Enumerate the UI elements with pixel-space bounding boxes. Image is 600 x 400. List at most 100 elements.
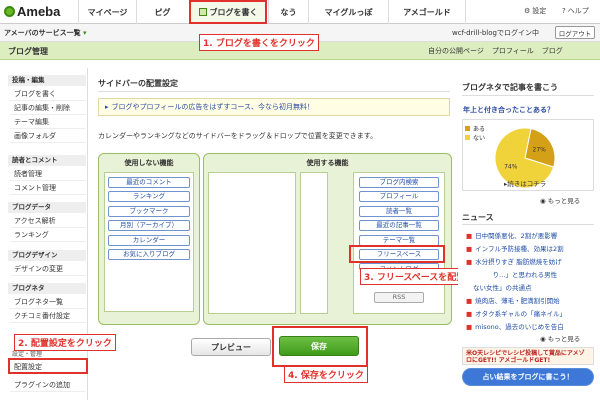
news-item[interactable]: ■ 水分摂りすぎ 脂肪燃焼を妨げ [466, 256, 562, 266]
pie-label-1: 74% [504, 163, 518, 170]
widget-blog-search[interactable]: ブログ内検索 [359, 177, 439, 188]
page-title: ブログ管理 [8, 47, 48, 56]
widget-ranking[interactable]: ランキング [108, 191, 190, 202]
profile-link[interactable]: プロフィール [492, 46, 534, 56]
widget-free-space[interactable]: フリースペース [359, 249, 439, 260]
sidebar-item-images[interactable]: 画像フォルダ [10, 129, 86, 143]
fortune-ad-banner[interactable]: 占い結果をブログに書こう！ [462, 368, 594, 386]
used-column-middle[interactable] [300, 172, 328, 314]
settings-link[interactable]: ⚙ 設定 [524, 6, 546, 16]
used-column-left[interactable] [208, 172, 296, 314]
promo-banner[interactable]: ▸ ブログやプロフィールの広告をはずすコース、今なら初月無料！ [98, 98, 450, 116]
ameba-leaf-icon [4, 6, 15, 17]
news-text: 焼肉店、薄毛・肥満割引開始 [475, 297, 560, 305]
tab-mygroup[interactable]: マイグルっぽ [308, 0, 388, 24]
tab-mypage[interactable]: マイページ [78, 0, 136, 24]
news-item[interactable]: ■ 焼肉店、薄毛・肥満割引開始 [466, 295, 560, 305]
widget-archive[interactable]: 月別（アーカイブ） [108, 220, 190, 231]
continue-link[interactable]: ▸続きはコチラ [504, 178, 546, 188]
sidebar-item-ranking[interactable]: ランキング [10, 228, 86, 242]
sidebar-item-comments[interactable]: コメント管理 [10, 181, 86, 195]
sidebar-item-design[interactable]: デザインの変更 [10, 262, 86, 276]
neta-question[interactable]: 年上と付き合ったことある？ [463, 105, 554, 115]
save-button[interactable]: 保存 [279, 336, 359, 356]
sidebar-item-readers[interactable]: 読者管理 [10, 167, 86, 181]
tab-write-blog-label: ブログを書く [209, 7, 258, 17]
pie-label-0: 27% [533, 147, 547, 154]
help-icon: ? [562, 7, 566, 15]
continue-label: 続きはコチラ [507, 180, 547, 188]
news-heading: ニュース [462, 213, 494, 222]
tab-write-blog[interactable]: ブログを書く [189, 0, 267, 24]
news-item[interactable]: ない女性」の共通点 [473, 282, 532, 292]
recipe-ad-banner[interactable]: 米O天レシピでレシピ投稿して賞品にアメゾロにGET!! アメゴールドGET! [462, 347, 594, 365]
divider [462, 95, 594, 96]
widget-bookmark[interactable]: ブックマーク [108, 206, 190, 217]
main-title: サイドバーの配置設定 [98, 79, 178, 88]
sidebar-item-layout[interactable]: 配置設定 [8, 358, 88, 374]
write-icon [198, 8, 207, 16]
annotation-step-4: 4. 保存をクリック [284, 366, 368, 383]
help-label: ヘルプ [567, 7, 589, 15]
annotation-step-1: 1. ブログを書くをクリック [199, 34, 319, 51]
sidebar-item-kuchikomi[interactable]: クチコミ番付設定 [10, 309, 86, 323]
gear-icon: ⚙ [524, 7, 531, 15]
preview-button[interactable]: プレビュー [191, 338, 271, 356]
unused-panel-title: 使用しない機能 [124, 159, 174, 167]
blog-link[interactable]: ブログ [542, 46, 563, 56]
tab-amegold[interactable]: アメゴールド [388, 0, 466, 24]
more-link-neta[interactable]: ◉ もっと見る [540, 195, 580, 205]
news-item[interactable]: ■ misono、過去のいじめを告白 [466, 321, 564, 331]
legend-label-1: ない [473, 135, 485, 142]
tab-pigg[interactable]: ピグ [136, 0, 188, 24]
divider [462, 224, 594, 225]
chevron-right-icon: ◉ [540, 197, 548, 205]
neta-heading: ブログネタで記事を書こう [462, 83, 558, 92]
sidebar-item-edit[interactable]: 記事の編集・削除 [10, 101, 86, 115]
annotation-step-3: 3. フリースペースを配置 [360, 268, 470, 285]
more-link-news[interactable]: ◉ もっと見る [540, 333, 580, 343]
widget-favorite-blogs[interactable]: お気に入りブログ [108, 249, 190, 260]
more-label: もっと見る [547, 335, 581, 343]
chevron-right-icon: ◉ [540, 335, 548, 343]
header-links: 自分の公開ページ プロフィール ブログ [428, 46, 563, 56]
widget-recent-posts[interactable]: 最近の記事一覧 [359, 220, 439, 231]
bullet-icon: ■ [466, 323, 473, 331]
news-text: misono、過去のいじめを告白 [475, 323, 564, 331]
news-item[interactable]: り…」と思われる男性 [473, 269, 558, 279]
sidebar-item-analytics[interactable]: アクセス解析 [10, 214, 86, 228]
sidebar-item-plugin[interactable]: プラグインの追加 [10, 378, 86, 392]
annotation-step-2: 2. 配置設定をクリック [14, 334, 116, 351]
news-text: ない女性」の共通点 [473, 284, 532, 292]
sidebar-section-neta: ブログネタ [8, 283, 86, 294]
public-page-link[interactable]: 自分の公開ページ [428, 46, 484, 56]
tab-now[interactable]: なう [268, 0, 308, 24]
news-item[interactable]: ■ オタク系ギャルの「痛ネイル」 [466, 308, 566, 318]
ameba-logo[interactable]: Ameba [4, 4, 60, 19]
bullet-icon: ■ [466, 258, 473, 266]
sidebar-item-theme[interactable]: テーマ編集 [10, 115, 86, 129]
sidebar-item-neta[interactable]: ブログネタ一覧 [10, 295, 86, 309]
news-text: オタク系ギャルの「痛ネイル」 [475, 310, 567, 318]
legend-swatch-1 [465, 135, 470, 140]
login-status: wcf-drill-blogでログイン中 [452, 29, 539, 37]
services-label: アメーバのサービス一覧 [4, 29, 81, 37]
news-text: り…」と思われる男性 [473, 271, 558, 279]
arrow-icon: ▸ [105, 103, 109, 111]
sidebar-item-write[interactable]: ブログを書く [10, 87, 86, 101]
news-item[interactable]: ■ 日中関係悪化、2割が悪影響 [466, 230, 557, 240]
services-dropdown[interactable]: アメーバのサービス一覧 ▾ [4, 28, 87, 38]
widget-calendar[interactable]: カレンダー [108, 235, 190, 246]
bullet-icon: ■ [466, 232, 473, 240]
widget-recent-comments[interactable]: 最近のコメント [108, 177, 190, 188]
widget-readers[interactable]: 読者一覧 [359, 206, 439, 217]
logout-button[interactable]: ログアウト [555, 26, 595, 39]
widget-rss[interactable]: RSS [374, 292, 424, 303]
news-item[interactable]: ■ インフル予防接種、効果は2割 [466, 243, 564, 253]
news-text: 日中関係悪化、2割が悪影響 [475, 232, 558, 240]
more-label: もっと見る [547, 197, 581, 205]
help-link[interactable]: ? ヘルプ [562, 6, 589, 16]
settings-label: 設定 [532, 7, 547, 15]
divider [98, 91, 450, 92]
widget-profile[interactable]: プロフィール [359, 191, 439, 202]
